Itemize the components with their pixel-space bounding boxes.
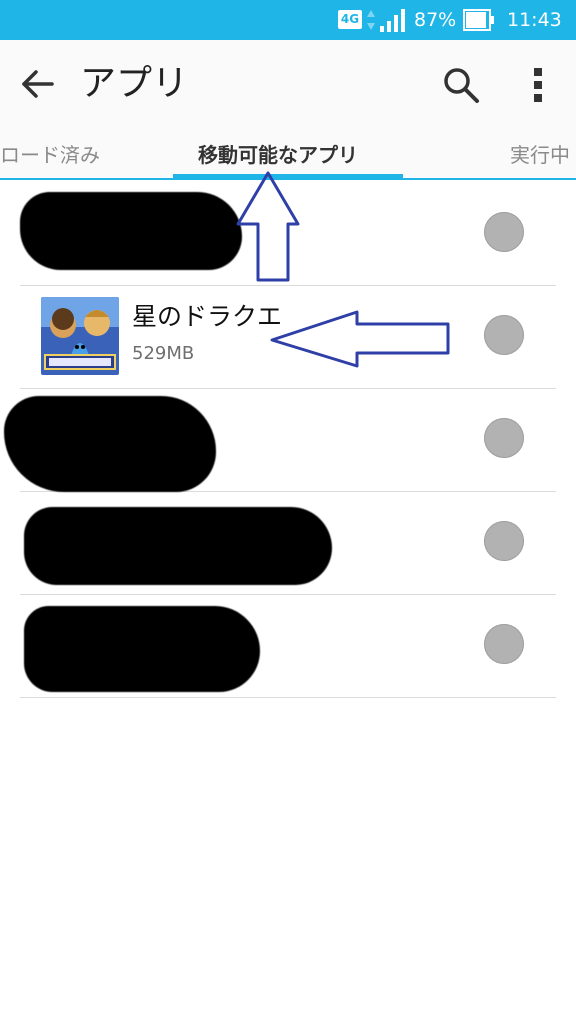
app-name: 星のドラクエ bbox=[132, 302, 283, 331]
redacted-scribble bbox=[24, 507, 332, 585]
radio-button[interactable] bbox=[484, 315, 524, 355]
tab-downloaded-label: ロード済み bbox=[0, 143, 100, 167]
status-bar: 4G 87% 11:43 bbox=[0, 0, 576, 40]
tab-movable-apps[interactable]: 移動可能なアプリ bbox=[198, 142, 358, 168]
tab-bar: ロード済み 移動可能なアプリ 実行中 bbox=[0, 128, 576, 180]
clock: 11:43 bbox=[507, 9, 562, 31]
network-type-badge: 4G bbox=[338, 10, 362, 29]
data-activity-icon bbox=[367, 10, 375, 30]
app-size: 529MB bbox=[132, 343, 195, 364]
active-tab-indicator bbox=[173, 174, 403, 178]
radio-button[interactable] bbox=[484, 212, 524, 252]
battery-percent: 87% bbox=[414, 9, 457, 31]
tab-running[interactable]: 実行中 bbox=[510, 142, 570, 168]
tab-downloaded[interactable]: ロード済み bbox=[0, 142, 100, 168]
list-item[interactable]: 星のドラクエ 529MB bbox=[20, 285, 556, 389]
more-vert-icon[interactable] bbox=[518, 62, 558, 108]
redacted-scribble bbox=[24, 606, 260, 692]
redacted-scribble bbox=[4, 396, 216, 492]
list-item[interactable] bbox=[20, 594, 556, 698]
dragon-quest-app-icon bbox=[41, 297, 119, 375]
list-item[interactable] bbox=[20, 491, 556, 595]
back-arrow-icon[interactable] bbox=[18, 64, 58, 104]
search-icon[interactable] bbox=[440, 64, 482, 106]
list-item[interactable] bbox=[20, 182, 556, 286]
battery-icon bbox=[463, 9, 494, 31]
page-title: アプリ bbox=[80, 63, 189, 104]
radio-button[interactable] bbox=[484, 418, 524, 458]
signal-strength-icon bbox=[380, 9, 405, 32]
list-item[interactable] bbox=[4, 388, 556, 492]
redacted-scribble bbox=[20, 192, 242, 270]
radio-button[interactable] bbox=[484, 521, 524, 561]
app-toolbar: アプリ bbox=[0, 40, 576, 128]
radio-button[interactable] bbox=[484, 624, 524, 664]
